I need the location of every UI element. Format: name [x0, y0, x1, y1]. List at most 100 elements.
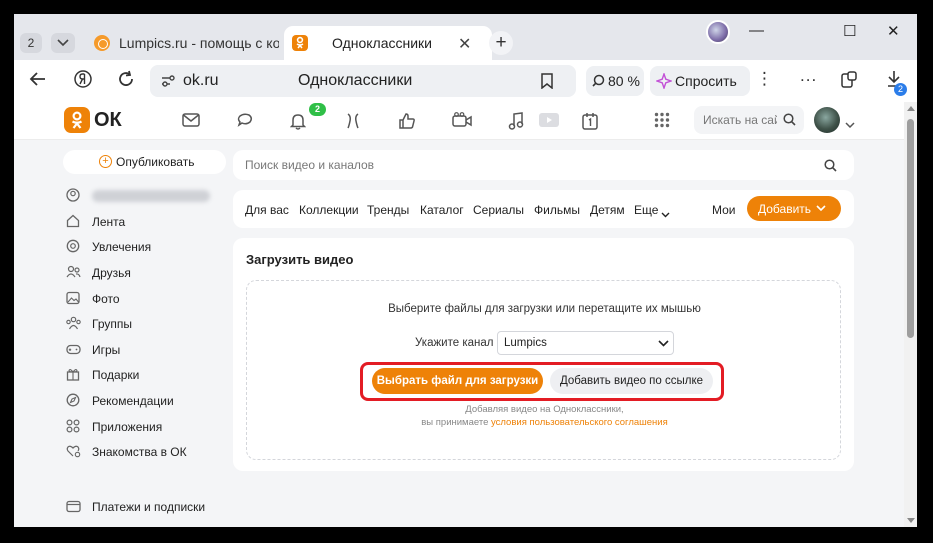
sidebar-item-feed[interactable]: Лента: [66, 212, 236, 232]
scrollbar-thumb[interactable]: [907, 119, 914, 338]
legal-text: Добавляя видео на Одноклассники,: [465, 404, 624, 415]
zoom-icon: [592, 74, 605, 87]
new-tab-button[interactable]: +: [489, 31, 513, 55]
yandex-icon[interactable]: [74, 69, 92, 94]
nav-my[interactable]: Мои: [712, 203, 736, 217]
chevron-down-icon[interactable]: [845, 116, 855, 134]
discussions-icon[interactable]: [236, 112, 254, 134]
scroll-up-icon[interactable]: [907, 106, 915, 111]
tab-odnoklassniki[interactable]: Одноклассники ✕: [284, 26, 492, 60]
chevron-down-icon[interactable]: [661, 207, 670, 221]
dating-icon: [66, 444, 81, 463]
video-icon[interactable]: [452, 112, 472, 133]
more-menu-icon[interactable]: ⋮: [756, 69, 773, 89]
plus-icon: +: [99, 155, 112, 168]
ok-logo-icon[interactable]: [64, 107, 90, 133]
tab-lumpics[interactable]: Lumpics.ru - помощь с компьютером: [86, 29, 284, 57]
channel-value: Lumpics: [504, 337, 547, 349]
apps-grid-icon[interactable]: [654, 112, 670, 133]
tab-title: Одноклассники: [332, 35, 433, 51]
music-icon[interactable]: [508, 112, 524, 135]
bookmark-icon[interactable]: [540, 73, 554, 94]
zoom-button[interactable]: 80 %: [586, 66, 644, 96]
photo-icon: [66, 291, 80, 310]
friends-icon: [66, 265, 81, 284]
add-by-link-button[interactable]: Добавить видео по ссылке: [550, 368, 713, 394]
terms-link[interactable]: условия пользовательского соглашения: [491, 417, 668, 428]
nav-more[interactable]: Еще: [634, 203, 658, 217]
notifications-icon[interactable]: [289, 112, 307, 135]
nav-movies[interactable]: Фильмы: [534, 203, 580, 217]
sidebar-item-hobbies[interactable]: Увлечения: [66, 237, 236, 257]
site-search-input[interactable]: Искать на сайте: [694, 106, 804, 134]
ask-button[interactable]: Спросить: [650, 66, 750, 96]
site-settings-icon[interactable]: [160, 73, 176, 94]
browser-toolbar: ok.ru Одноклассники 80 % Спросить ⋮ ... …: [14, 60, 917, 102]
hobbies-icon: [66, 239, 80, 258]
video-search-placeholder: Поиск видео и каналов: [245, 158, 375, 172]
scroll-down-icon[interactable]: [907, 518, 915, 523]
profile-icon: [66, 188, 80, 207]
search-icon: [783, 113, 796, 126]
tab-counter[interactable]: 2: [20, 33, 42, 53]
sidebar-item-recommendations[interactable]: Рекомендации: [66, 391, 236, 411]
tab-list-button[interactable]: [51, 33, 75, 53]
nav-series[interactable]: Сериалы: [473, 203, 524, 217]
add-button[interactable]: Добавить: [747, 196, 841, 221]
sidebar-item-payments[interactable]: Платежи и подписки: [66, 497, 236, 517]
sidebar-item-label: Подарки: [92, 368, 140, 382]
sidebar-item-label: Рекомендации: [92, 394, 174, 408]
close-window-button[interactable]: ✕: [887, 22, 900, 40]
calendar-icon[interactable]: [582, 112, 598, 135]
sidebar-item-label: Платежи и подписки: [92, 500, 206, 514]
nav-kids[interactable]: Детям: [590, 203, 625, 217]
nav-trends[interactable]: Тренды: [367, 203, 409, 217]
browser-menu-icon[interactable]: ...: [800, 66, 817, 86]
nav-collections[interactable]: Коллекции: [299, 203, 359, 217]
messages-icon[interactable]: [182, 112, 200, 133]
maximize-button[interactable]: ☐: [843, 22, 856, 40]
sidebar-item-apps[interactable]: Приложения: [66, 417, 236, 437]
sidebar-item-profile[interactable]: [66, 186, 236, 206]
sidebar-item-dating[interactable]: Знакомства в ОК: [66, 442, 236, 462]
sidebar-item-label: Группы: [92, 317, 132, 331]
likes-icon[interactable]: [398, 112, 416, 135]
sidebar-item-label: Увлечения: [92, 240, 152, 254]
tab-strip: 2 Lumpics.ru - помощь с компьютером Одно…: [14, 14, 917, 60]
sidebar-item-groups[interactable]: Группы: [66, 314, 236, 334]
sidebar-item-gifts[interactable]: Подарки: [66, 365, 236, 385]
user-avatar[interactable]: [814, 107, 840, 133]
ok-logo-text[interactable]: ОК: [94, 109, 122, 132]
nav-catalog[interactable]: Каталог: [420, 203, 464, 217]
sidebar-item-friends[interactable]: Друзья: [66, 263, 236, 283]
pick-file-button[interactable]: Выбрать файл для загрузки: [372, 368, 543, 394]
publish-button[interactable]: + Опубликовать: [63, 150, 226, 174]
profile-avatar-icon[interactable]: [706, 20, 730, 44]
legal-text-2: вы принимаете условия пользовательского …: [247, 417, 842, 428]
guests-icon[interactable]: [344, 112, 362, 135]
ok-favicon-icon: [292, 35, 308, 51]
back-arrow-icon[interactable]: [29, 70, 47, 93]
ok-header: ОК 2 Искать на сайте: [14, 102, 904, 140]
profile-name-blurred: [92, 190, 210, 202]
page-scrollbar[interactable]: [904, 102, 917, 527]
site-search-placeholder: Искать на сайте: [703, 113, 777, 127]
sidebar-item-games[interactable]: Игры: [66, 340, 236, 360]
close-tab-icon[interactable]: ✕: [458, 34, 471, 54]
compass-icon: [66, 393, 80, 412]
search-icon[interactable]: [824, 159, 837, 172]
groups-icon: [66, 316, 81, 335]
minimize-button[interactable]: —: [749, 22, 764, 39]
extensions-icon[interactable]: [840, 71, 858, 94]
chevron-down-icon: [57, 39, 69, 47]
live-video-icon[interactable]: [538, 112, 560, 133]
address-bar[interactable]: ok.ru Одноклассники: [150, 65, 576, 97]
sidebar-item-photos[interactable]: Фото: [66, 289, 236, 309]
nav-for-you[interactable]: Для вас: [245, 203, 289, 217]
channel-select[interactable]: Lumpics: [497, 331, 674, 355]
sidebar-item-label: Приложения: [92, 420, 163, 434]
chevron-down-icon: [816, 205, 826, 212]
video-search-input[interactable]: Поиск видео и каналов: [233, 150, 854, 180]
file-dropzone[interactable]: Выберите файлы для загрузки или перетащи…: [246, 280, 841, 460]
reload-icon[interactable]: [117, 70, 135, 93]
